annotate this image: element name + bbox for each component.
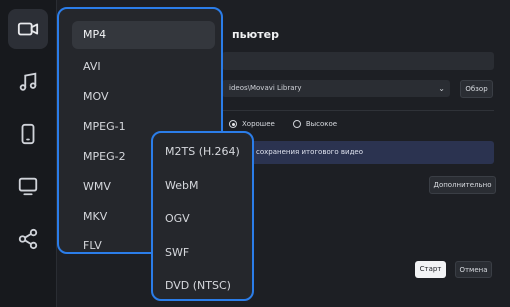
format-item-swf[interactable]: SWF: [153, 241, 252, 265]
save-path-value: ideos\Movavi Library: [229, 84, 302, 92]
info-banner: сохранения итогового видео: [250, 141, 494, 164]
device-tab[interactable]: [8, 114, 48, 154]
monitor-icon: [18, 177, 38, 196]
tv-tab[interactable]: [8, 166, 48, 206]
mobile-phone-icon: [21, 123, 35, 145]
format-item-mp4[interactable]: MP4: [72, 21, 215, 49]
format-item-webm[interactable]: WebM: [153, 174, 252, 198]
start-button[interactable]: Старт: [415, 261, 446, 278]
share-icon: [18, 228, 38, 250]
quality-high-radio[interactable]: [292, 120, 301, 128]
format-item-ogv[interactable]: OGV: [153, 207, 252, 231]
divider: [222, 110, 494, 111]
video-camera-icon: [17, 22, 39, 36]
video-tab[interactable]: [8, 9, 48, 49]
format-submenu: M2TS (H.264) WebM OGV SWF DVD (NTSC): [151, 131, 254, 301]
music-note-icon: [19, 72, 37, 91]
left-rail: [0, 0, 57, 307]
format-item-mov[interactable]: MOV: [59, 85, 221, 109]
format-item-m2ts[interactable]: M2TS (H.264): [153, 140, 252, 164]
quality-good-label: Хорошее: [242, 120, 275, 128]
quality-options: Хорошее Высокое: [229, 120, 337, 128]
panel-title: пьютер: [232, 28, 279, 41]
format-item-dvd-ntsc[interactable]: DVD (NTSC): [153, 274, 252, 298]
browse-button[interactable]: Обзор: [460, 80, 493, 98]
cancel-button[interactable]: Отмена: [455, 261, 492, 278]
quality-high-label: Высокое: [305, 120, 338, 128]
format-item-avi[interactable]: AVI: [59, 55, 221, 79]
save-path-select[interactable]: ideos\Movavi Library ⌄: [222, 80, 450, 97]
filename-field[interactable]: [222, 52, 494, 70]
advanced-button[interactable]: Дополнительно: [429, 176, 496, 194]
chevron-down-icon: ⌄: [438, 84, 445, 93]
audio-tab[interactable]: [8, 62, 48, 102]
quality-good-radio[interactable]: [229, 120, 237, 128]
share-tab[interactable]: [8, 219, 48, 259]
